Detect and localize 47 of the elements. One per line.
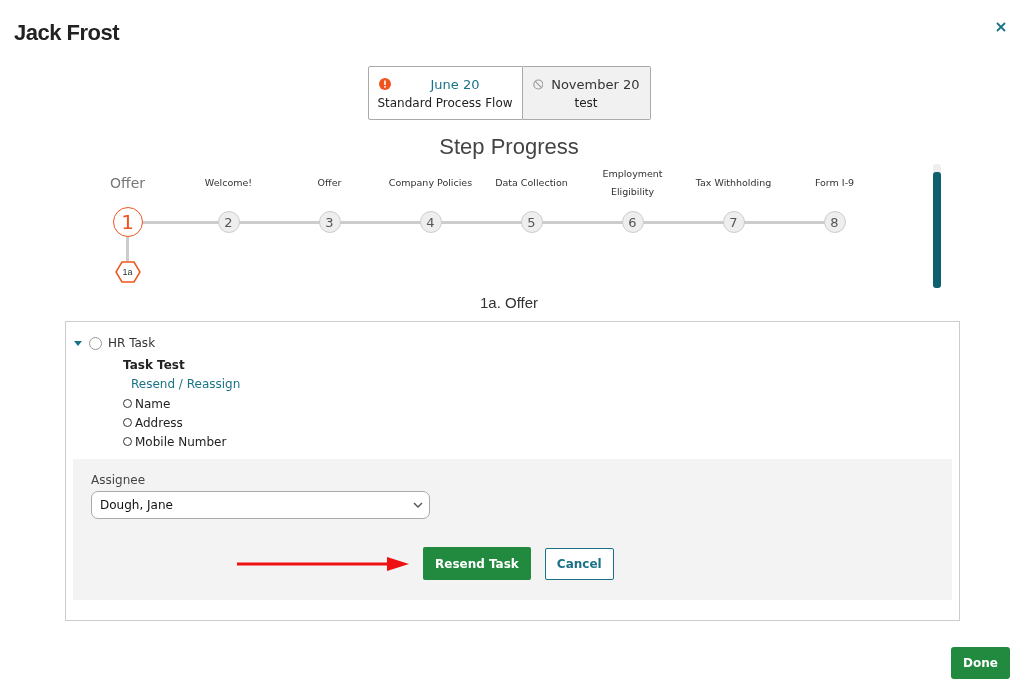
- cancel-button[interactable]: Cancel: [544, 547, 614, 580]
- field-radio[interactable]: [123, 437, 132, 446]
- step-label: Data Collection: [494, 176, 569, 190]
- flow-date: June 20: [428, 76, 481, 92]
- resend-reassign-link[interactable]: Resend / Reassign: [123, 375, 952, 394]
- task-name: Task Test: [123, 357, 186, 374]
- assignee-select[interactable]: Dough, Jane: [91, 491, 430, 519]
- section-title: Step Progress: [438, 134, 580, 160]
- step-circle[interactable]: 5: [520, 211, 543, 233]
- resend-task-button[interactable]: Resend Task: [423, 547, 531, 580]
- step-label: Form I-9: [813, 176, 856, 190]
- step-label: Offer: [316, 176, 343, 190]
- chevron-down-icon: [413, 502, 423, 508]
- flow-name: Standard Process Flow: [377, 95, 513, 110]
- step-circle[interactable]: 4: [419, 211, 442, 233]
- field-label: Name: [135, 396, 171, 411]
- step-circle[interactable]: 6: [621, 211, 644, 233]
- step-label: Company Policies: [387, 176, 474, 190]
- field-label: Mobile Number: [135, 434, 227, 449]
- flow-name: test: [574, 95, 598, 110]
- dialog-title: Jack Frost: [14, 20, 120, 46]
- flow-tab[interactable]: November 20 test: [522, 66, 651, 120]
- done-button[interactable]: Done: [951, 647, 1010, 679]
- substep-title: 1a. Offer: [478, 294, 540, 311]
- step-label: Tax Withholding: [694, 176, 773, 190]
- expand-caret-icon[interactable]: [73, 339, 83, 347]
- field-radio[interactable]: [123, 399, 132, 408]
- step-label: Employment Eligibility: [601, 167, 664, 199]
- step-label: Offer: [108, 174, 146, 192]
- step-circle[interactable]: 8: [823, 211, 846, 233]
- flow-date: November 20: [551, 76, 640, 92]
- blocked-icon: [532, 77, 544, 91]
- substep-hexagon[interactable]: 1a: [114, 261, 141, 283]
- task-radio[interactable]: [89, 336, 102, 350]
- field-radio[interactable]: [123, 418, 132, 427]
- scrollbar[interactable]: [933, 164, 941, 288]
- step-circle[interactable]: 2: [217, 211, 240, 233]
- step-circle[interactable]: 3: [318, 211, 341, 233]
- task-label: HR Task: [108, 336, 156, 350]
- flow-tab[interactable]: June 20 Standard Process Flow: [367, 66, 523, 120]
- warning-icon: [378, 78, 391, 90]
- close-icon: [996, 22, 1006, 32]
- assignee-label: Assignee: [91, 473, 147, 487]
- step-label: Welcome!: [203, 176, 254, 190]
- step-circle[interactable]: 1: [112, 207, 143, 237]
- field-label: Address: [135, 415, 183, 430]
- step-circle[interactable]: 7: [722, 211, 745, 233]
